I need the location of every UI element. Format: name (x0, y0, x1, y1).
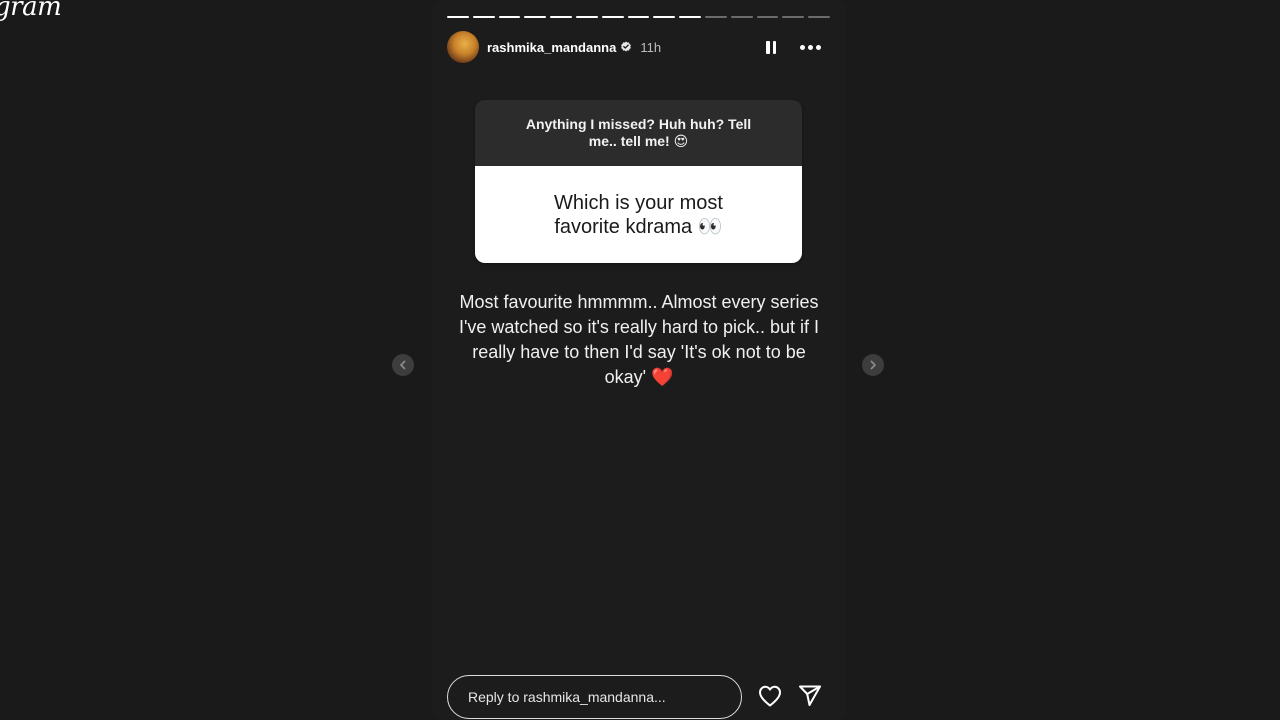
progress-segment (524, 16, 547, 18)
heart-icon (759, 685, 781, 707)
question-answer: Which is your most favorite kdrama 👀 (475, 166, 802, 263)
post-time: 11h (640, 39, 662, 55)
reply-actions (758, 684, 822, 708)
send-icon (799, 685, 821, 706)
progress-segment (447, 16, 469, 18)
chevron-right-icon (870, 360, 876, 370)
story-progress-bar (447, 16, 830, 18)
username[interactable]: rashmika_mandanna (487, 40, 616, 55)
verified-badge-icon (621, 41, 632, 52)
progress-segment (756, 16, 779, 18)
story-header: rashmika_mandanna 11h (447, 30, 830, 64)
next-story-button[interactable] (862, 354, 884, 376)
reply-input[interactable]: Reply to rashmika_mandanna... (447, 675, 742, 719)
question-sticker: Anything I missed? Huh huh? Tell me.. te… (475, 100, 802, 263)
progress-segment (550, 16, 572, 18)
progress-segment (679, 16, 701, 18)
story-viewer[interactable]: rashmika_mandanna 11h Anything I missed?… (432, 0, 846, 720)
progress-segment (704, 16, 727, 18)
page: gram rashmika_mandanna 11h Anything I mi… (0, 0, 1280, 720)
progress-segment (498, 16, 521, 18)
chevron-left-icon (400, 360, 406, 370)
pause-icon[interactable] (764, 39, 778, 55)
progress-segment (627, 16, 650, 18)
avatar[interactable] (447, 31, 479, 63)
share-button[interactable] (798, 684, 822, 708)
progress-segment (472, 16, 495, 18)
like-button[interactable] (758, 684, 782, 708)
instagram-logo[interactable]: gram (0, 0, 62, 22)
previous-story-button[interactable] (392, 354, 414, 376)
reply-input-placeholder: Reply to rashmika_mandanna... (468, 689, 666, 705)
more-options-icon[interactable] (800, 39, 822, 55)
story-reply-text: Most favourite hmmmm.. Almost every seri… (458, 292, 820, 387)
progress-segment (730, 16, 753, 18)
progress-segment (808, 16, 830, 18)
progress-segment (601, 16, 624, 18)
progress-segment (653, 16, 676, 18)
question-prompt: Anything I missed? Huh huh? Tell me.. te… (475, 100, 802, 166)
progress-segment (782, 16, 805, 18)
progress-segment (575, 16, 598, 18)
